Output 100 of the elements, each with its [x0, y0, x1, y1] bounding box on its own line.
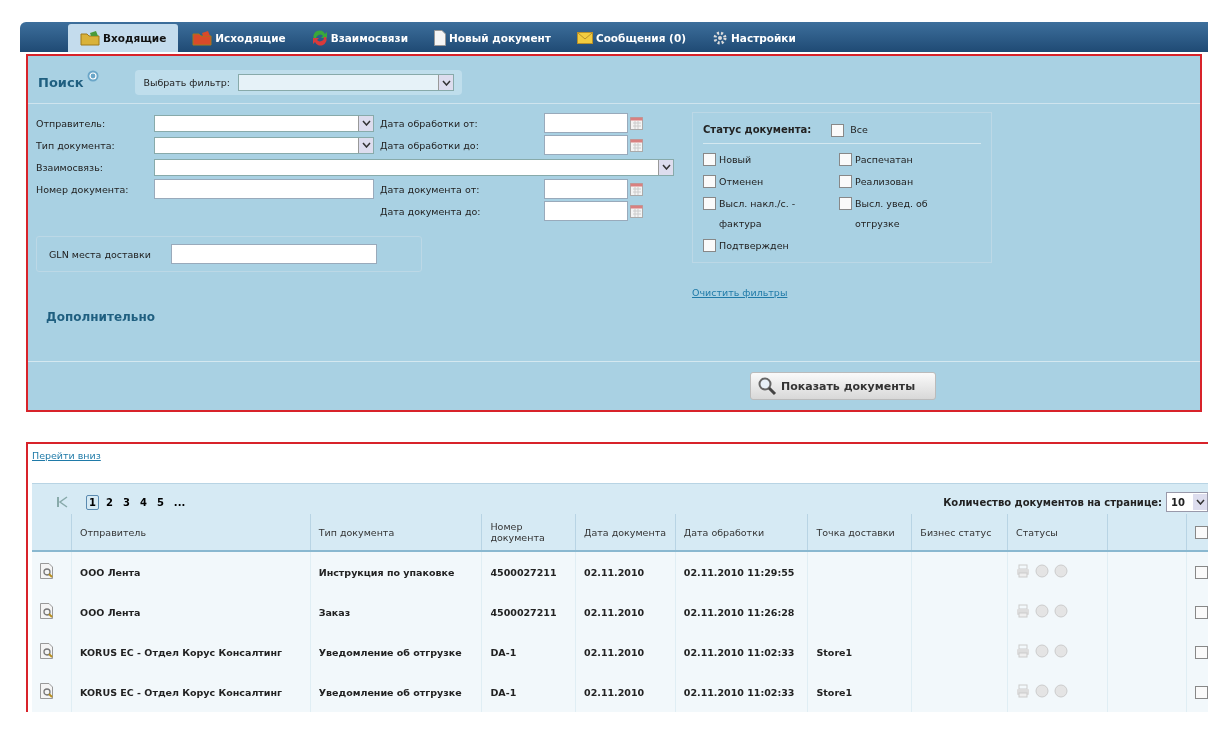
dropdown-icon [658, 159, 673, 175]
status-circle-icon [1035, 684, 1049, 698]
date-label: Дата обработки от: [380, 117, 479, 129]
status-circle-icon [1035, 644, 1049, 658]
checkbox[interactable] [703, 197, 716, 210]
select-field[interactable] [154, 114, 374, 132]
date-label: Дата документа до: [380, 205, 482, 217]
page-link[interactable]: ... [170, 494, 189, 510]
select-field[interactable] [154, 158, 674, 176]
calendar-icon[interactable] [630, 182, 643, 196]
checkbox[interactable] [831, 124, 845, 137]
status-circle-icon [1054, 644, 1068, 658]
table-cell: 4500027211 [481, 592, 576, 632]
table-cell: ООО Лента [71, 551, 311, 592]
date-field[interactable] [544, 201, 628, 221]
table-cell: 4500027211 [481, 551, 576, 592]
nav-tab[interactable]: Взаимосвязи [299, 24, 421, 52]
nav-tab[interactable]: Исходящие [180, 24, 298, 52]
table-cell: Уведомление об отгрузке [310, 632, 482, 672]
search-icon [757, 376, 777, 396]
status-circle-icon [1035, 564, 1049, 578]
folder-icon [192, 30, 213, 46]
status-circle-icon [1035, 604, 1049, 618]
table-cell: Инструкция по упаковке [310, 551, 482, 592]
checkbox[interactable] [703, 175, 716, 188]
dropdown-icon [1193, 494, 1207, 510]
dropdown-icon [438, 75, 454, 90]
table-cell: KORUS EC - Отдел Корус Консалтинг [71, 632, 311, 672]
help-icon[interactable] [87, 70, 100, 82]
jump-down-link[interactable]: Перейти вниз [32, 450, 1208, 461]
date-label: Дата обработки до: [380, 139, 480, 151]
document-view-icon[interactable] [40, 563, 54, 579]
document-icon [434, 30, 447, 46]
nav-tab[interactable]: Входящие [68, 24, 179, 52]
calendar-icon[interactable] [630, 204, 643, 218]
date-label: Дата документа от: [380, 183, 481, 195]
checkbox-label: Отменен [719, 175, 765, 189]
date-field[interactable] [544, 113, 628, 133]
relation-label: Взаимосвязь: [36, 161, 104, 173]
checkbox[interactable] [1194, 646, 1208, 659]
page-link[interactable]: 1 [86, 494, 99, 510]
gear-icon [712, 30, 729, 46]
table-cell: 02.11.2010 [575, 672, 676, 712]
doc-number-label: Номер документа: [36, 183, 130, 195]
table-cell: Store1 [808, 672, 912, 712]
printer-icon [1016, 604, 1030, 618]
checkbox-label: Высл. накл./с. - фактура [719, 197, 797, 231]
checkbox[interactable] [1194, 566, 1208, 579]
nav-tab[interactable]: Новый документ [422, 24, 563, 52]
status-circle-icon [1054, 564, 1068, 578]
per-page-select[interactable]: 10 [1166, 492, 1208, 512]
dropdown-icon [358, 137, 373, 153]
select-field[interactable] [154, 136, 374, 154]
document-view-icon[interactable] [40, 683, 54, 699]
page-link[interactable]: 2 [102, 494, 116, 510]
table-cell: 02.11.2010 11:26:28 [675, 592, 808, 632]
search-title: Поиск [38, 75, 84, 90]
calendar-icon[interactable] [630, 116, 643, 130]
doc-type-label: Тип документа: [36, 139, 116, 151]
checkbox[interactable] [839, 197, 852, 210]
input-field[interactable] [154, 179, 374, 199]
gln-field[interactable] [170, 244, 377, 264]
table-cell: 02.11.2010 11:02:33 [675, 672, 808, 712]
dropdown-icon [358, 115, 373, 131]
checkbox[interactable] [703, 153, 716, 166]
checkbox-label: Подтвержден [719, 239, 790, 253]
document-view-icon[interactable] [40, 643, 54, 659]
table-cell: DA-1 [481, 672, 576, 712]
gln-label: GLN места доставки [49, 248, 151, 260]
table-cell: ООО Лента [71, 592, 311, 632]
nav-tab[interactable]: Сообщения (0) [564, 24, 699, 52]
checkbox[interactable] [839, 175, 852, 188]
page-link[interactable]: 4 [136, 494, 150, 510]
document-view-icon[interactable] [40, 603, 54, 619]
table-cell: Уведомление об отгрузке [310, 672, 482, 712]
envelope-icon [576, 32, 593, 44]
table-cell: 02.11.2010 11:29:55 [675, 551, 808, 592]
first-page-icon[interactable] [56, 496, 68, 508]
table-cell: 02.11.2010 [575, 551, 676, 592]
date-field[interactable] [544, 135, 628, 155]
table-cell: Заказ [310, 592, 482, 632]
show-documents-button[interactable]: Показать документы [750, 372, 936, 400]
page-link[interactable]: 3 [119, 494, 133, 510]
checkbox[interactable] [703, 239, 716, 252]
page-link[interactable]: 5 [153, 494, 167, 510]
filter-select[interactable] [238, 74, 455, 91]
folder-icon [80, 30, 100, 46]
checkbox[interactable] [1194, 606, 1208, 619]
date-field[interactable] [544, 179, 628, 199]
status-circle-icon [1054, 684, 1068, 698]
more-heading[interactable]: Дополнительно [46, 310, 682, 324]
printer-icon [1016, 684, 1030, 698]
calendar-icon[interactable] [630, 138, 643, 152]
checkbox[interactable] [839, 153, 852, 166]
checkbox[interactable] [1194, 526, 1208, 539]
checkbox-label: Высл. увед. об отгрузке [855, 197, 929, 231]
checkbox[interactable] [1194, 686, 1208, 699]
table-cell: DA-1 [481, 632, 576, 672]
nav-tab[interactable]: Настройки [700, 24, 808, 52]
checkbox-label: Все [850, 123, 868, 135]
